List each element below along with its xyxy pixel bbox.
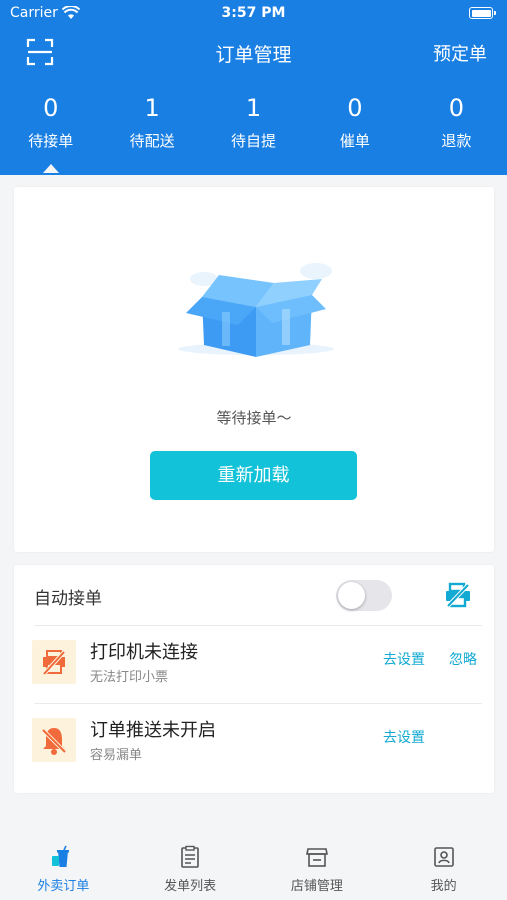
- reservation-orders-button[interactable]: 预定单: [433, 40, 487, 66]
- auto-accept-label: 自动接单: [34, 589, 102, 609]
- battery-icon: [469, 7, 496, 19]
- printer-alert-row: 打印机未连接 无法打印小票 去设置 忽略: [14, 626, 494, 704]
- reload-button[interactable]: 重新加载: [150, 451, 357, 500]
- empty-state-card: 等待接单～ 重新加载: [14, 187, 494, 552]
- printer-settings-link[interactable]: 去设置: [383, 649, 425, 669]
- tab-order-list[interactable]: 发单列表: [127, 835, 254, 900]
- takeout-cup-icon: [52, 845, 70, 867]
- tab-count: 1: [245, 94, 262, 122]
- printer-disconnected-icon[interactable]: [444, 582, 472, 608]
- tab-pending-delivery[interactable]: 1 待配送: [101, 92, 202, 162]
- tab-store-management[interactable]: 店铺管理: [254, 835, 381, 900]
- push-settings-link[interactable]: 去设置: [383, 727, 425, 747]
- auto-accept-toggle[interactable]: [336, 580, 392, 611]
- auto-accept-row: 自动接单: [14, 565, 494, 625]
- clipboard-list-icon: [181, 845, 199, 868]
- order-status-tabs: 0 待接单 1 待配送 1 待自提 0 催单 0 退款: [0, 92, 507, 173]
- tab-profile[interactable]: 我的: [380, 835, 507, 900]
- printer-off-icon: [32, 640, 76, 684]
- tab-pending-pickup[interactable]: 1 待自提: [203, 92, 304, 162]
- bell-off-icon: [32, 718, 76, 762]
- empty-box-illustration: [178, 263, 334, 357]
- push-alert-row: 订单推送未开启 容易漏单 去设置: [14, 704, 494, 782]
- tab-count: 0: [43, 94, 59, 122]
- empty-state-message: 等待接单～: [216, 409, 292, 427]
- page-title: 订单管理: [215, 44, 292, 66]
- tab-label: 待自提: [231, 132, 277, 150]
- tab-label: 退款: [441, 132, 472, 150]
- alert-subtitle: 无法打印小票: [90, 670, 169, 685]
- store-icon: [305, 848, 328, 867]
- status-time: 3:57 PM: [221, 5, 286, 21]
- ignore-link[interactable]: 忽略: [449, 649, 477, 669]
- tab-label: 发单列表: [164, 879, 217, 894]
- tab-label: 催单: [339, 132, 370, 150]
- tab-label: 我的: [430, 879, 457, 894]
- profile-card-icon: [433, 847, 454, 867]
- alert-title: 订单推送未开启: [90, 720, 216, 741]
- tab-refunds[interactable]: 0 退款: [406, 92, 507, 162]
- tab-pending-accept[interactable]: 0 待接单: [0, 92, 101, 173]
- tab-label: 待接单: [28, 132, 74, 150]
- tab-label: 外卖订单: [37, 879, 90, 894]
- tab-reminders[interactable]: 0 催单: [304, 92, 405, 162]
- header: Carrier 3:57 PM 订单管理 预定单 0 待接单 1 待配送 1 待…: [0, 0, 507, 175]
- tab-takeout-orders[interactable]: 外卖订单: [0, 835, 127, 900]
- settings-card: 自动接单 打印机未连接 无法打印小票 去设置 忽略 订单推送未开启 容易漏单 去…: [14, 565, 494, 793]
- tab-count: 1: [144, 94, 160, 122]
- selected-indicator: [42, 164, 59, 173]
- alert-subtitle: 容易漏单: [90, 748, 143, 763]
- alert-title: 打印机未连接: [90, 642, 198, 663]
- bottom-tab-bar: 外卖订单 发单列表 店铺管理 我的: [0, 835, 507, 900]
- tab-label: 店铺管理: [290, 879, 343, 894]
- tab-count: 0: [448, 94, 464, 122]
- tab-count: 0: [347, 94, 363, 122]
- status-bar: Carrier 3:57 PM: [0, 0, 507, 28]
- toggle-knob: [338, 582, 365, 609]
- tab-label: 待配送: [129, 132, 175, 150]
